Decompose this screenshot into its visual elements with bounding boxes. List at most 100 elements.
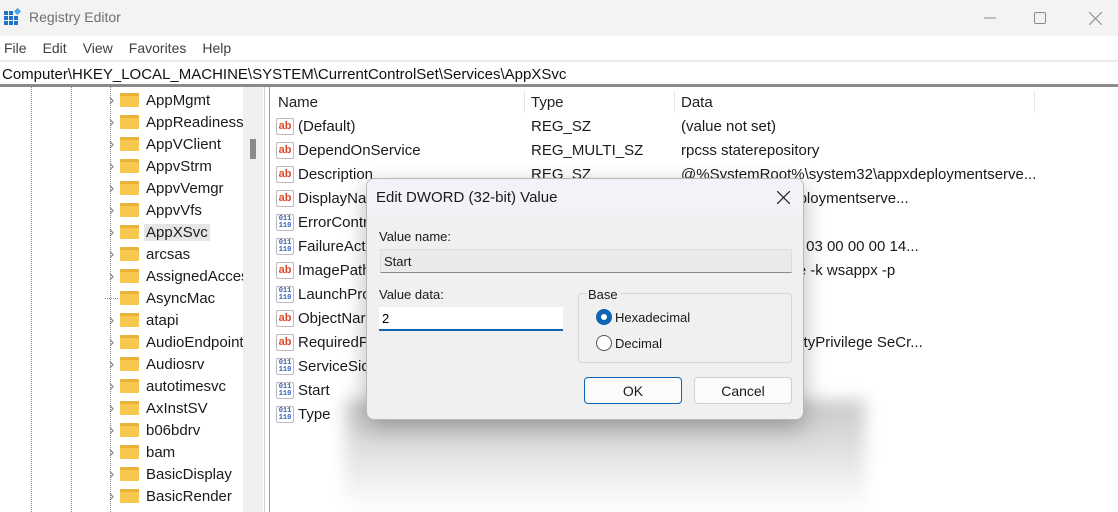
string-value-icon: ab — [276, 118, 294, 135]
chevron-right-icon[interactable]: › — [105, 354, 118, 374]
value-name-field: Start — [380, 249, 792, 273]
menu-view[interactable]: View — [83, 40, 113, 56]
chevron-right-icon[interactable]: › — [105, 332, 118, 352]
close-icon — [776, 190, 790, 204]
tree-item[interactable]: › AppXSvc — [105, 221, 210, 243]
tree-guide-line — [71, 87, 72, 512]
folder-icon — [120, 401, 139, 415]
tree-guide-line — [31, 87, 32, 512]
tree-scrollbar-thumb[interactable] — [250, 139, 256, 159]
tree-item[interactable]: › AppvStrm — [105, 155, 212, 177]
folder-icon — [120, 225, 139, 239]
menu-file[interactable]: File — [4, 40, 27, 56]
dialog-close-button[interactable] — [769, 183, 797, 211]
ok-button[interactable]: OK — [584, 377, 682, 404]
tree-item[interactable]: › AxInstSV — [105, 397, 208, 419]
radio-decimal[interactable]: Decimal — [596, 335, 662, 351]
tree-item[interactable]: › AppReadiness — [105, 111, 244, 133]
title-bar: Registry Editor — [0, 0, 1118, 36]
column-separator[interactable] — [674, 91, 675, 113]
column-header-name[interactable]: Name — [278, 94, 318, 111]
value-row[interactable]: ab DependOnService REG_MULTI_SZ rpcss state… — [271, 139, 1118, 163]
key-tree: › AppMgmt › AppReadiness › AppVClient › AppvStr… — [0, 87, 264, 512]
tree-item[interactable]: › Audiosrv — [105, 353, 205, 375]
chevron-right-icon[interactable]: › — [105, 486, 118, 506]
chevron-right-icon[interactable]: › — [105, 266, 118, 286]
chevron-right-icon[interactable]: › — [105, 398, 118, 418]
tree-item-label: arcsas — [146, 245, 191, 263]
tree-item[interactable]: AsyncMac — [105, 287, 215, 309]
tree-item[interactable]: › bam — [105, 441, 176, 463]
column-header-type[interactable]: Type — [531, 94, 564, 111]
address-bar[interactable]: Computer\HKEY_LOCAL_MACHINE\SYSTEM\Curre… — [0, 60, 1118, 87]
tree-item[interactable]: › b06bdrv — [105, 419, 201, 441]
list-header: Name Type Data — [271, 87, 1118, 115]
tree-item[interactable]: › autotimesvc — [105, 375, 226, 397]
string-value-icon: ab — [276, 166, 294, 183]
dialog-title: Edit DWORD (32-bit) Value — [376, 189, 558, 206]
tree-item[interactable]: › AppMgmt — [105, 89, 211, 111]
minimize-button[interactable] — [967, 0, 1013, 36]
tree-item[interactable]: › atapi — [105, 309, 179, 331]
folder-icon — [120, 313, 139, 327]
address-path[interactable]: Computer\HKEY_LOCAL_MACHINE\SYSTEM\Curre… — [2, 66, 566, 83]
tree-item-label: AudioEndpoint — [146, 333, 244, 351]
tree-item-label: AppReadiness — [146, 113, 244, 131]
radio-hexadecimal[interactable]: Hexadecimal — [596, 309, 690, 325]
pane-splitter[interactable] — [264, 87, 270, 512]
menu-favorites[interactable]: Favorites — [129, 40, 187, 56]
tree-item[interactable]: › AudioEndpoint — [105, 331, 244, 353]
menu-help[interactable]: Help — [202, 40, 231, 56]
column-separator[interactable] — [524, 91, 525, 113]
chevron-right-icon[interactable]: › — [105, 464, 118, 484]
tree-item[interactable]: › arcsas — [105, 243, 191, 265]
folder-icon — [120, 269, 139, 283]
tree-item[interactable]: › AppvVfs — [105, 199, 202, 221]
chevron-right-icon[interactable]: › — [105, 376, 118, 396]
close-icon — [1088, 11, 1102, 25]
folder-icon — [120, 115, 139, 129]
tree-item-label: AsyncMac — [146, 289, 216, 307]
chevron-right-icon[interactable]: › — [105, 156, 118, 176]
value-row[interactable]: ab (Default) REG_SZ (value not set) — [271, 115, 1118, 139]
binary-value-icon: 011 110 — [276, 214, 294, 231]
maximize-button[interactable] — [1017, 0, 1063, 36]
folder-icon — [120, 379, 139, 393]
tree-item[interactable]: › BasicRender — [105, 485, 232, 507]
value-data-input[interactable] — [379, 307, 563, 331]
registry-editor-icon — [4, 8, 22, 25]
menu-edit[interactable]: Edit — [43, 40, 67, 56]
chevron-right-icon[interactable]: › — [105, 134, 118, 154]
chevron-right-icon[interactable]: › — [105, 200, 118, 220]
value-data: (value not set) — [681, 118, 777, 135]
tree-item-label: BasicRender — [146, 487, 232, 505]
chevron-right-icon[interactable]: › — [105, 310, 118, 330]
folder-icon — [120, 489, 139, 503]
tree-item[interactable]: › AppVClient — [105, 133, 221, 155]
radio-unselected-icon — [596, 335, 612, 351]
chevron-right-icon[interactable]: › — [105, 420, 118, 440]
value-type: REG_MULTI_SZ — [531, 142, 644, 159]
tree-item[interactable]: › BasicDisplay — [105, 463, 232, 485]
menu-bar: File Edit View Favorites Help — [0, 36, 1118, 60]
value-name: Description — [298, 166, 374, 183]
tree-item-label: AxInstSV — [146, 399, 208, 417]
tree-scrollbar[interactable] — [243, 87, 263, 512]
tree-item[interactable]: › AppvVemgr — [105, 177, 224, 199]
cancel-button[interactable]: Cancel — [694, 377, 792, 404]
chevron-right-icon[interactable]: › — [105, 178, 118, 198]
binary-value-icon: 011 110 — [276, 238, 294, 255]
chevron-right-icon[interactable]: › — [105, 112, 118, 132]
column-header-data[interactable]: Data — [681, 94, 713, 111]
chevron-right-icon[interactable]: › — [105, 222, 118, 242]
chevron-right-icon[interactable]: › — [105, 244, 118, 264]
tree-item-label: AssignedAcces — [146, 267, 249, 285]
tree-item[interactable]: › AssignedAcces — [105, 265, 249, 287]
folder-icon — [120, 357, 139, 371]
chevron-right-icon[interactable]: › — [105, 442, 118, 462]
close-button[interactable] — [1072, 0, 1118, 36]
window-title: Registry Editor — [29, 9, 121, 25]
tree-item-label: autotimesvc — [146, 377, 227, 395]
column-separator[interactable] — [1034, 91, 1035, 113]
chevron-right-icon[interactable]: › — [105, 90, 118, 110]
